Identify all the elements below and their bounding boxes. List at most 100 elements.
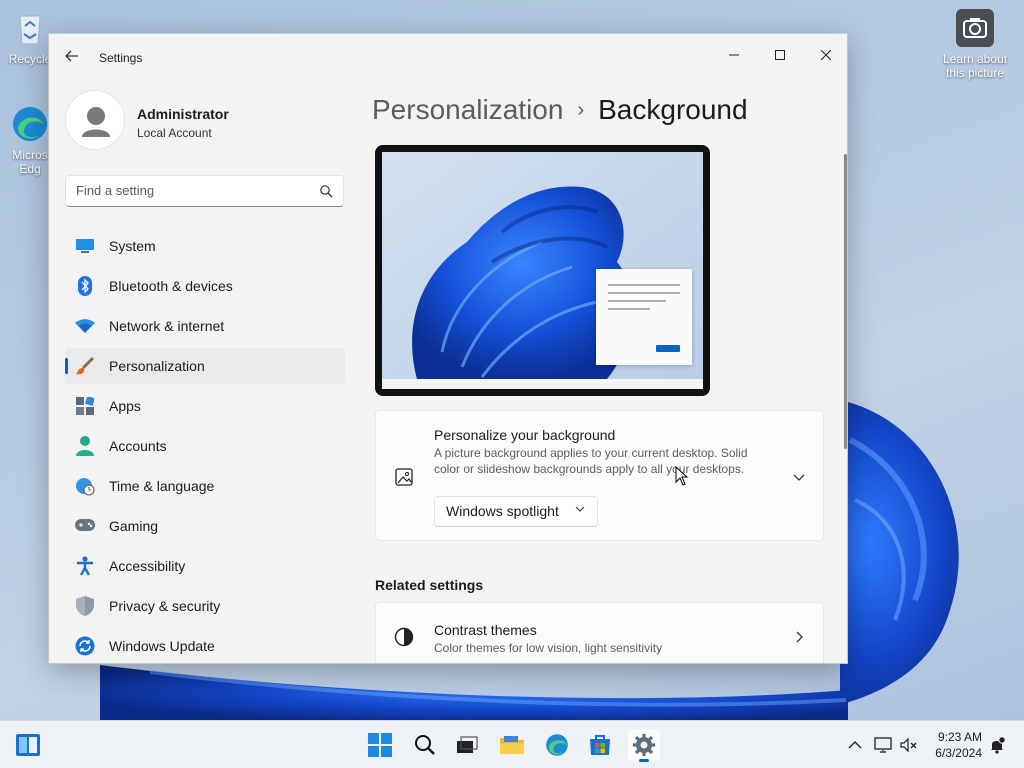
store-icon — [590, 735, 610, 755]
learn-about-picture-desktop-icon[interactable]: Learn about this picture — [934, 8, 1016, 80]
close-button[interactable] — [803, 40, 847, 70]
chevron-right-icon — [796, 631, 803, 643]
gamepad-icon — [75, 516, 95, 536]
background-preview — [375, 145, 710, 396]
contrast-themes-title: Contrast themes — [434, 622, 537, 638]
nav-label-privacy-security: Privacy & security — [109, 598, 221, 614]
microsoft-store-button[interactable] — [584, 729, 616, 761]
background-type-value: Windows spotlight — [446, 503, 559, 519]
learn-about-picture-label: Learn about this picture — [942, 52, 1008, 80]
maximize-button[interactable] — [757, 40, 803, 70]
shield-icon — [75, 596, 95, 616]
apps-icon — [75, 396, 95, 416]
content-scrollbar[interactable] — [844, 154, 847, 449]
back-arrow-icon — [65, 50, 78, 62]
page-title: Background — [598, 94, 748, 125]
nav-item-accounts[interactable]: Accounts — [65, 428, 345, 464]
related-settings-heading: Related settings — [375, 577, 484, 593]
globe-clock-icon — [75, 476, 95, 496]
search-input[interactable] — [76, 183, 306, 198]
nav-label-bluetooth: Bluetooth & devices — [109, 278, 233, 294]
breadcrumb: Personalization › Background — [372, 90, 748, 133]
nav-item-personalization[interactable]: Personalization — [65, 348, 345, 384]
nav-item-network[interactable]: Network & internet — [65, 308, 345, 344]
nav-item-bluetooth[interactable]: Bluetooth & devices — [65, 268, 345, 304]
background-type-dropdown[interactable]: Windows spotlight — [434, 496, 598, 527]
nav-item-privacy-security[interactable]: Privacy & security — [65, 588, 345, 624]
preview-window-mockup — [596, 269, 692, 365]
mouse-cursor-icon — [675, 466, 689, 486]
edge-taskbar-button[interactable] — [541, 729, 573, 761]
minimize-button[interactable] — [711, 40, 757, 70]
close-icon — [821, 50, 831, 60]
wifi-icon — [75, 316, 95, 336]
account-type: Local Account — [137, 126, 212, 140]
expand-chevron-icon[interactable] — [789, 467, 809, 487]
settings-taskbar-button[interactable] — [628, 729, 660, 762]
settings-window: Settings Administrator Local Account Sys… — [48, 33, 848, 664]
start-button[interactable] — [364, 729, 396, 761]
nav-item-gaming[interactable]: Gaming — [65, 508, 345, 544]
contrast-themes-card[interactable]: Contrast themes Color themes for low vis… — [375, 602, 824, 663]
minimize-icon — [729, 54, 739, 56]
search-icon[interactable] — [319, 184, 333, 198]
nav-item-windows-update[interactable]: Windows Update — [65, 628, 345, 663]
nav-label-apps: Apps — [109, 398, 141, 414]
user-name: Administrator — [137, 106, 229, 122]
personalize-background-card[interactable]: Personalize your background A picture ba… — [375, 410, 824, 541]
edge-icon — [10, 104, 50, 144]
maximize-icon — [775, 50, 785, 60]
clock-date: 6/3/2024 — [935, 746, 982, 760]
update-icon — [75, 636, 95, 656]
nav-item-time-language[interactable]: Time & language — [65, 468, 345, 504]
camera-icon — [955, 8, 995, 48]
system-clock[interactable]: 9:23 AM 6/3/2024 — [918, 729, 982, 761]
network-status-icon[interactable] — [873, 735, 893, 755]
nav-label-network: Network & internet — [109, 318, 225, 334]
title-bar[interactable]: Settings — [49, 34, 847, 82]
personalize-background-description: A picture background applies to your cur… — [434, 446, 748, 476]
nav-item-system[interactable]: System — [65, 228, 345, 264]
nav-item-apps[interactable]: Apps — [65, 388, 345, 424]
accessibility-icon — [75, 556, 95, 576]
notification-bell-icon[interactable] — [987, 735, 1007, 755]
gear-icon — [633, 734, 655, 756]
image-icon — [395, 468, 413, 486]
edge-icon — [546, 734, 568, 756]
nav-label-accessibility: Accessibility — [109, 558, 186, 574]
taskbar: 9:23 AM 6/3/2024 — [0, 720, 1024, 768]
windows-logo-icon — [368, 733, 392, 757]
folder-icon — [500, 736, 524, 754]
widgets-button[interactable] — [12, 729, 44, 761]
file-explorer-button[interactable] — [496, 729, 528, 761]
bluetooth-icon — [75, 276, 95, 296]
back-button[interactable] — [61, 48, 83, 68]
nav-item-accessibility[interactable]: Accessibility — [65, 548, 345, 584]
recycle-bin-icon — [10, 8, 50, 48]
window-title: Settings — [99, 51, 143, 65]
user-profile[interactable]: Administrator Local Account — [65, 90, 335, 152]
chevron-down-icon — [575, 503, 585, 517]
avatar — [65, 90, 125, 150]
find-setting-search[interactable] — [65, 175, 344, 207]
show-hidden-icons-chevron-icon[interactable] — [845, 735, 865, 755]
clock-time: 9:23 AM — [937, 730, 982, 744]
preview-taskbar — [382, 379, 703, 389]
nav-label-accounts: Accounts — [109, 438, 167, 454]
search-icon — [415, 735, 435, 755]
contrast-themes-description: Color themes for low vision, light sensi… — [434, 641, 663, 655]
settings-nav: System Bluetooth & devices Network & int… — [65, 228, 345, 663]
brush-icon — [75, 356, 95, 376]
personalize-background-title: Personalize your background — [434, 427, 616, 443]
breadcrumb-parent[interactable]: Personalization — [372, 94, 563, 125]
task-view-icon — [457, 736, 478, 753]
nav-label-windows-update: Windows Update — [109, 638, 215, 654]
system-icon — [75, 236, 95, 256]
widgets-icon — [16, 734, 40, 756]
volume-muted-icon[interactable] — [899, 735, 919, 755]
breadcrumb-separator: › — [577, 99, 585, 121]
nav-label-gaming: Gaming — [109, 518, 159, 534]
taskbar-search-button[interactable] — [409, 729, 441, 761]
contrast-icon — [394, 627, 414, 647]
task-view-button[interactable] — [451, 729, 483, 761]
